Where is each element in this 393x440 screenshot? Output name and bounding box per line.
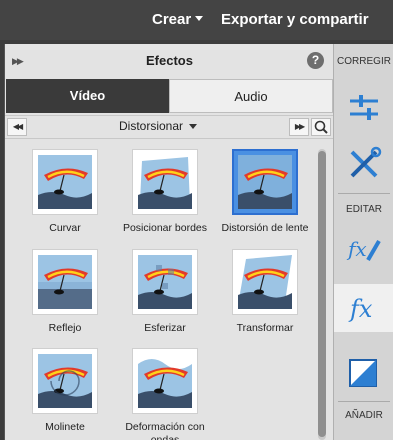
right-toolbar: CORREGIR EDITAR fx fx AÑADIR — [333, 44, 393, 440]
svg-text:fx: fx — [348, 295, 373, 323]
effect-thumbnail[interactable] — [232, 149, 298, 215]
corregir-section-label: CORREGIR — [337, 56, 391, 67]
effect-label: Deformación con ondas — [125, 421, 205, 440]
tab-audio[interactable]: Audio — [169, 79, 333, 113]
effects-panel: ▶▶ Efectos ? Vídeo Audio ◀◀ Distorsionar… — [4, 44, 334, 440]
fx-button[interactable]: fx — [334, 284, 393, 332]
effect-label: Posicionar bordes — [122, 222, 208, 234]
effect-label: Reflejo — [48, 322, 82, 334]
effect-thumbnail[interactable] — [32, 348, 98, 414]
effect-thumbnail[interactable] — [32, 249, 98, 315]
next-category-button[interactable]: ▶▶ — [289, 118, 309, 136]
search-icon — [314, 120, 328, 134]
section-divider — [338, 401, 390, 402]
effect-preview-image — [138, 255, 192, 309]
effect-thumbnail[interactable] — [132, 249, 198, 315]
effect-label: Esferizar — [144, 322, 186, 334]
effect-thumbnail[interactable] — [232, 249, 298, 315]
create-dropdown-arrow-icon[interactable] — [195, 16, 203, 21]
adjustments-tool-button[interactable] — [334, 84, 393, 132]
effect-preview-image — [38, 255, 92, 309]
effect-preview-image — [138, 157, 192, 209]
category-label: Distorsionar — [118, 119, 184, 133]
panel-header: ▶▶ Efectos ? — [5, 44, 334, 78]
section-divider — [338, 193, 390, 194]
chevron-down-icon — [189, 124, 198, 130]
category-toolbar: ◀◀ Distorsionar ▶▶ — [5, 115, 334, 139]
effect-thumbnail[interactable] — [132, 149, 198, 215]
scrollbar-thumb[interactable] — [318, 151, 326, 437]
top-bar: Crear Exportar y compartir — [0, 0, 393, 40]
effect-preview-image — [238, 155, 292, 209]
media-tabs: Vídeo Audio — [6, 79, 333, 113]
create-menu-button[interactable]: Crear — [152, 11, 191, 28]
effect-preview-image — [138, 359, 192, 408]
tools-icon — [350, 146, 382, 178]
sliders-icon — [350, 95, 378, 120]
fx-edit-button[interactable]: fx — [334, 224, 393, 272]
effect-label: Transformar — [236, 322, 294, 334]
fx-edit-icon: fx — [346, 237, 381, 262]
editar-section-label: EDITAR — [346, 204, 382, 215]
export-share-button[interactable]: Exportar y compartir — [221, 11, 369, 28]
svg-text:fx: fx — [346, 237, 367, 261]
transitions-button[interactable] — [334, 349, 393, 397]
panel-title: Efectos — [146, 53, 193, 68]
effect-label: Molinete — [45, 421, 85, 433]
transition-icon — [349, 359, 377, 387]
effects-grid: Curvar Posicionar bordes Distorsión de len… — [5, 141, 315, 440]
effect-label: Distorsión de lente — [221, 222, 309, 234]
search-button[interactable] — [311, 118, 331, 136]
effect-thumbnail[interactable] — [32, 149, 98, 215]
previous-category-button[interactable]: ◀◀ — [7, 118, 27, 136]
anadir-section-label: AÑADIR — [345, 410, 383, 421]
effect-thumbnail[interactable] — [132, 348, 198, 414]
effect-preview-image — [38, 354, 92, 408]
category-dropdown[interactable]: Distorsionar — [29, 119, 287, 133]
tools-button[interactable] — [334, 140, 393, 188]
effect-label: Curvar — [49, 222, 81, 234]
help-icon[interactable]: ? — [307, 52, 324, 69]
effect-preview-image — [38, 155, 92, 209]
fx-icon: fx — [348, 295, 373, 323]
tab-video[interactable]: Vídeo — [6, 79, 169, 113]
effects-scrollbar[interactable] — [318, 149, 326, 440]
effect-preview-image — [238, 255, 292, 309]
